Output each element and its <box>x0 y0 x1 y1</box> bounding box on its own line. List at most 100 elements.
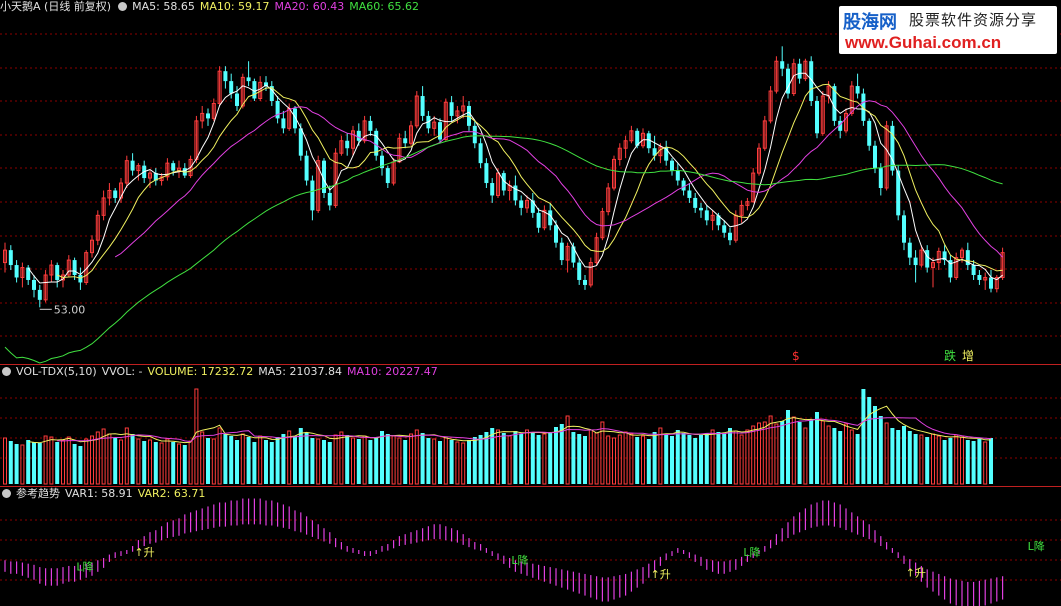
volume-bar <box>786 410 790 484</box>
volume-bar <box>641 435 645 485</box>
candlestick <box>571 246 576 263</box>
volume-bar <box>739 434 744 485</box>
volume-bar <box>832 428 837 484</box>
volume-bar <box>878 416 883 484</box>
trend-signal-label: L降 <box>743 545 760 559</box>
volume-bar <box>472 437 477 484</box>
volume-bar <box>496 429 500 485</box>
volume-bar <box>913 434 918 484</box>
candlestick <box>420 96 425 116</box>
volume-bar <box>490 428 495 484</box>
volume-bar <box>420 433 425 484</box>
signal-marker: 跌 <box>944 348 956 363</box>
signal-marker: $ <box>792 349 800 363</box>
volume-bar <box>49 436 54 485</box>
candlestick <box>223 71 228 82</box>
candlestick <box>530 200 535 213</box>
volume-bar <box>838 431 843 484</box>
volume-bar <box>791 416 796 485</box>
volume-bar <box>716 432 721 484</box>
volume-bar <box>873 406 877 484</box>
volume-panel-header: VOL-TDX(5,10) VVOL: - VOLUME: 17232.72 MA5:… <box>0 365 443 379</box>
volume-bar <box>728 428 732 484</box>
volume-bar <box>844 423 848 485</box>
candlestick <box>577 262 582 280</box>
candlestick <box>583 279 587 285</box>
candlestick <box>229 81 234 94</box>
volume-bar <box>559 424 564 484</box>
candlestick <box>130 160 135 171</box>
volume-bar <box>107 433 112 485</box>
volume-bar <box>919 434 924 485</box>
gear-icon[interactable] <box>118 2 128 11</box>
trend-signal-label: L降 <box>76 559 93 573</box>
volume-bar <box>617 434 622 485</box>
volume-bar <box>304 433 309 484</box>
volume-bar <box>652 432 657 484</box>
volume-bar <box>519 434 524 484</box>
candlestick <box>867 120 872 146</box>
trend-signal-label: ↑升 <box>651 568 671 581</box>
volume-bar <box>113 438 118 484</box>
trend-signal-label: L降 <box>511 553 528 567</box>
candlestick <box>902 215 906 243</box>
candlestick <box>675 170 680 181</box>
indicator-name[interactable]: 参考趋势 <box>16 487 60 500</box>
volume-bar <box>965 440 970 484</box>
volume-bar <box>252 442 257 484</box>
volume-bar <box>907 431 912 484</box>
low-price-label: 53.00 <box>54 303 86 316</box>
volume-bar <box>861 389 866 484</box>
gear-icon[interactable] <box>2 367 11 376</box>
volume-bar <box>78 446 83 484</box>
volume-bar <box>171 442 176 484</box>
candlestick <box>246 77 251 82</box>
security-title[interactable]: 小天鹅A (日线 前复权) <box>0 0 111 13</box>
candlestick <box>855 86 860 94</box>
candlestick <box>37 289 42 300</box>
candlestick <box>536 212 541 228</box>
vol-indicator-name[interactable]: VOL-TDX(5,10) <box>16 365 97 378</box>
volume-bar <box>374 437 379 484</box>
volume-bar <box>925 437 930 484</box>
volume-bar <box>745 429 750 485</box>
volume-bar <box>554 427 558 484</box>
candlestick <box>72 260 77 275</box>
volume-bar <box>762 421 767 485</box>
vvol-readout: VVOL: - <box>101 365 143 378</box>
candlestick <box>797 63 802 79</box>
volume-bar <box>391 435 396 485</box>
volume-bar <box>136 438 141 485</box>
volume-bar <box>148 439 152 485</box>
volume-bar <box>333 434 338 485</box>
candlestick <box>478 143 483 164</box>
candlestick <box>55 265 60 280</box>
volume-bar <box>942 440 947 484</box>
candlestick <box>519 200 524 208</box>
candlestick <box>913 257 918 266</box>
candlestick <box>687 190 692 198</box>
volume-bar <box>855 434 860 484</box>
var1-readout: VAR1: 58.91 <box>65 487 133 500</box>
volume-bar <box>229 436 234 484</box>
candlestick <box>722 225 727 233</box>
candlestick <box>704 210 709 221</box>
volume-bar <box>165 438 170 485</box>
volume-bar <box>409 433 413 485</box>
candlestick <box>484 163 489 184</box>
volume-bar <box>20 444 25 485</box>
gear-icon[interactable] <box>2 489 11 498</box>
volume-bar <box>971 441 976 484</box>
vol-ma10-readout: MA10: 20227.47 <box>346 365 438 378</box>
volume-bar <box>455 441 460 485</box>
volume-bar <box>246 437 251 484</box>
volume-bar <box>438 441 442 484</box>
ma10-line <box>57 83 1003 279</box>
candlestick <box>14 265 19 278</box>
candlestick <box>780 61 785 69</box>
volume-bar <box>478 435 483 484</box>
volume-bar <box>26 440 31 484</box>
candlestick <box>275 101 280 119</box>
volume-bar <box>948 438 953 484</box>
candlestick <box>989 277 993 289</box>
